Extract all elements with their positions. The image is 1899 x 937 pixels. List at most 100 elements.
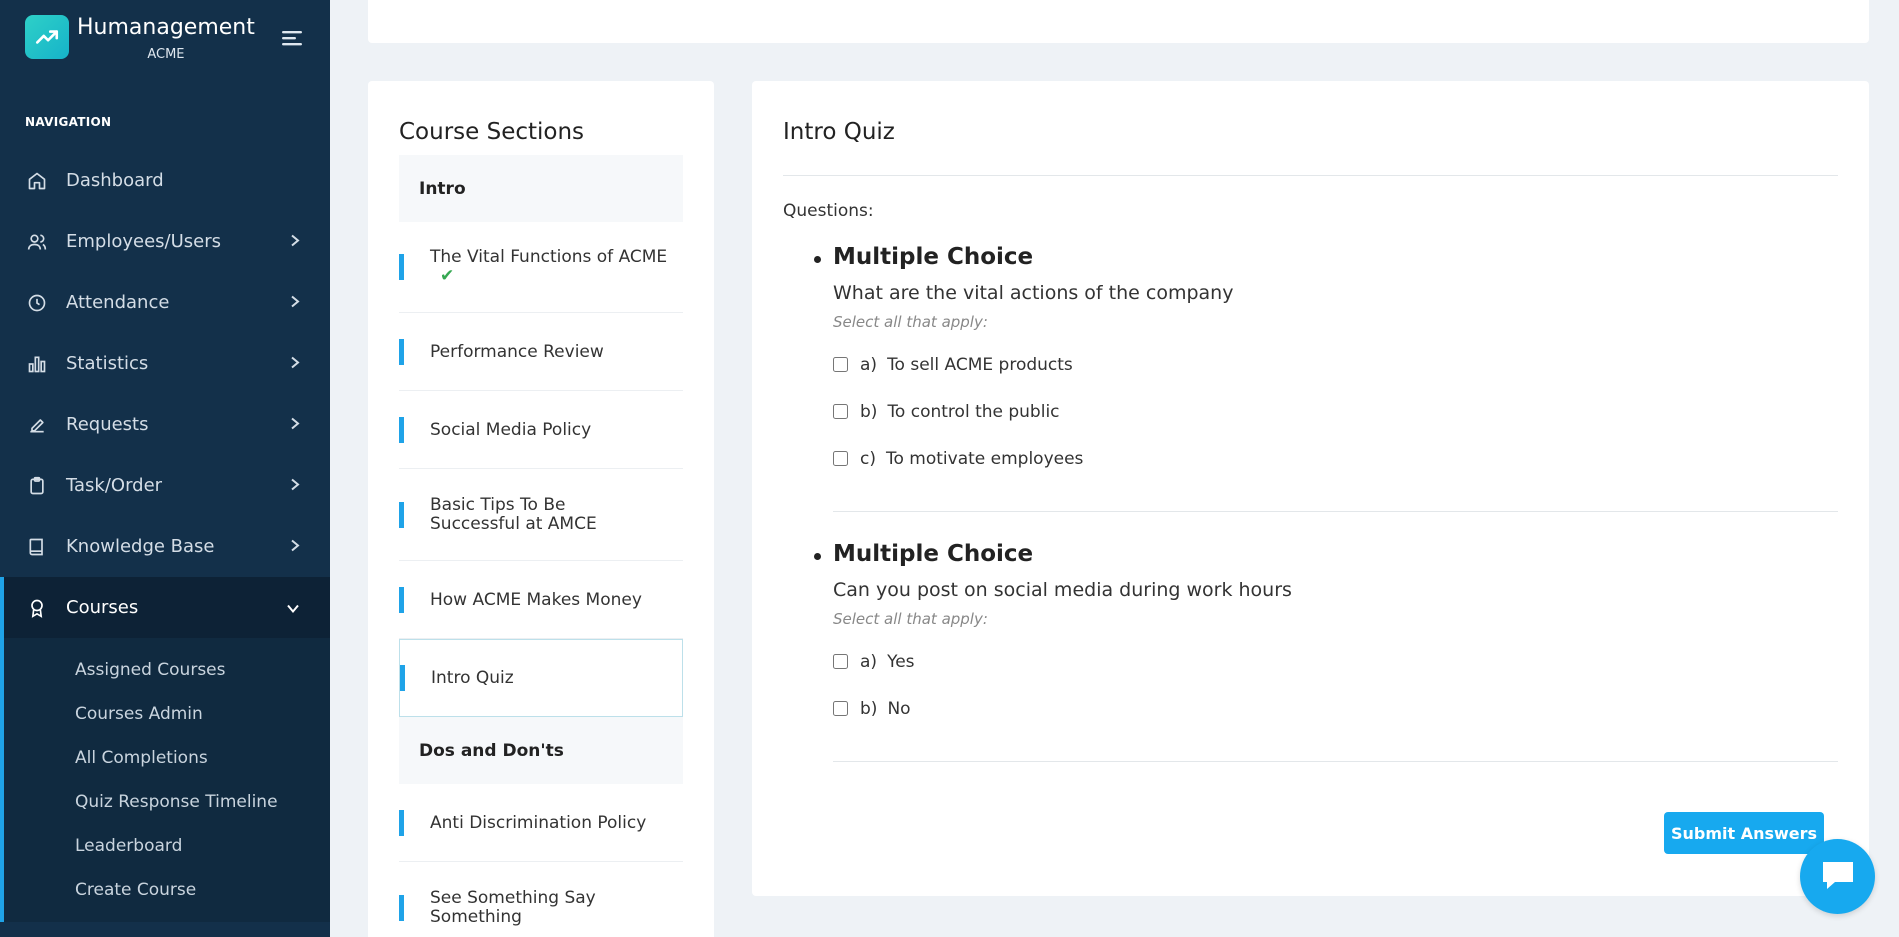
option-text: To motivate employees: [885, 448, 1084, 469]
sidebar-item-label: Task/Order: [66, 475, 163, 496]
sidebar-item-task-order[interactable]: Task/Order: [0, 455, 330, 516]
question-text: What are the vital actions of the compan…: [833, 282, 1234, 304]
option-text: No: [887, 698, 911, 719]
section-item-label: See Something Say Something: [430, 887, 596, 927]
option-b[interactable]: b) To control the public: [833, 388, 1838, 435]
sidebar-item-label: Dashboard: [66, 170, 164, 191]
submenu-assigned-courses[interactable]: Assigned Courses: [4, 648, 330, 692]
chevron-right-icon: [290, 414, 300, 435]
chevron-down-icon: [286, 597, 300, 618]
section-item-how-acme-makes-money[interactable]: How ACME Makes Money: [399, 561, 683, 639]
sidebar-item-dashboard[interactable]: Dashboard: [0, 150, 330, 211]
courses-submenu: Assigned Courses Courses Admin All Compl…: [0, 638, 330, 922]
option-text: To sell ACME products: [887, 354, 1073, 375]
sidebar-item-courses[interactable]: Courses: [0, 577, 330, 638]
question-1: Multiple Choice What are the vital actio…: [814, 244, 1838, 512]
option-text: To control the public: [887, 401, 1060, 422]
option-checkbox[interactable]: [833, 701, 848, 716]
chevron-right-icon: [290, 536, 300, 557]
submit-answers-button[interactable]: Submit Answers: [1664, 812, 1824, 854]
question-type: Multiple Choice: [814, 541, 1838, 567]
option-letter: c): [860, 448, 876, 469]
clock-icon: [26, 292, 48, 314]
top-card: [368, 0, 1869, 43]
section-item-label: Basic Tips To Be Successful at AMCE: [430, 494, 597, 534]
book-icon: [26, 536, 48, 558]
sidebar-item-statistics[interactable]: Statistics: [0, 333, 330, 394]
option-letter: b): [860, 401, 878, 422]
chat-button[interactable]: [1800, 839, 1875, 914]
course-sections-list: Intro The Vital Functions of ACME ✔ Perf…: [399, 155, 683, 937]
menu-toggle-icon[interactable]: [282, 29, 304, 51]
option-letter: a): [860, 354, 878, 375]
divider: [833, 761, 1838, 762]
trending-up-icon: [25, 15, 69, 59]
clipboard-icon: [26, 475, 48, 497]
course-sections-title: Course Sections: [399, 119, 585, 145]
question-hint: Select all that apply:: [833, 610, 988, 628]
sidebar-nav: Dashboard Employees/Users Attendance Sta…: [0, 150, 330, 922]
section-group-dos-and-donts: Dos and Don'ts: [399, 717, 683, 784]
chevron-right-icon: [290, 353, 300, 374]
divider: [833, 511, 1838, 512]
quiz-panel: Intro Quiz Questions: Multiple Choice Wh…: [752, 81, 1869, 896]
pencil-icon: [26, 414, 48, 436]
section-item-basic-tips[interactable]: Basic Tips To Be Successful at AMCE: [399, 469, 683, 561]
sidebar-item-knowledge-base[interactable]: Knowledge Base: [0, 516, 330, 577]
question-hint: Select all that apply:: [833, 313, 988, 331]
divider: [783, 175, 1838, 176]
submenu-quiz-response-timeline[interactable]: Quiz Response Timeline: [4, 780, 330, 824]
checkmark-icon: ✔: [440, 266, 455, 286]
section-item-performance-review[interactable]: Performance Review: [399, 313, 683, 391]
option-letter: a): [860, 651, 878, 672]
question-text: Can you post on social media during work…: [833, 579, 1292, 601]
section-item-label: Performance Review: [430, 341, 604, 362]
nav-heading: NAVIGATION: [25, 115, 112, 129]
brand[interactable]: Humanagement ACME: [25, 15, 255, 62]
chat-bubble-icon: [1819, 858, 1857, 896]
sidebar-item-attendance[interactable]: Attendance: [0, 272, 330, 333]
option-b[interactable]: b) No: [833, 685, 1838, 732]
option-checkbox[interactable]: [833, 451, 848, 466]
chevron-right-icon: [290, 475, 300, 496]
sidebar-item-employees[interactable]: Employees/Users: [0, 211, 330, 272]
app-name: Humanagement: [77, 15, 255, 40]
section-group-intro: Intro: [399, 155, 683, 222]
section-item-label: Intro Quiz: [431, 668, 514, 688]
option-text: Yes: [887, 651, 915, 672]
sidebar-item-label: Courses: [66, 597, 139, 618]
chevron-right-icon: [290, 292, 300, 313]
question-type: Multiple Choice: [814, 244, 1838, 270]
option-a[interactable]: a) Yes: [833, 638, 1838, 685]
submenu-all-completions[interactable]: All Completions: [4, 736, 330, 780]
section-item-vital-functions[interactable]: The Vital Functions of ACME ✔: [399, 222, 683, 313]
option-checkbox[interactable]: [833, 357, 848, 372]
sidebar-item-label: Requests: [66, 414, 149, 435]
quiz-title: Intro Quiz: [783, 119, 895, 145]
option-checkbox[interactable]: [833, 404, 848, 419]
section-item-label: Social Media Policy: [430, 419, 592, 440]
course-sections-panel: Course Sections Intro The Vital Function…: [368, 81, 714, 937]
users-icon: [26, 231, 48, 253]
section-item-social-media-policy[interactable]: Social Media Policy: [399, 391, 683, 469]
submenu-courses-admin[interactable]: Courses Admin: [4, 692, 330, 736]
bar-chart-icon: [26, 353, 48, 375]
sidebar-item-requests[interactable]: Requests: [0, 394, 330, 455]
company-name: ACME: [147, 47, 185, 62]
section-item-label: The Vital Functions of ACME: [430, 247, 668, 267]
sidebar-item-label: Employees/Users: [66, 231, 221, 252]
section-item-intro-quiz[interactable]: Intro Quiz: [399, 639, 683, 717]
option-a[interactable]: a) To sell ACME products: [833, 341, 1838, 388]
section-item-anti-discrimination[interactable]: Anti Discrimination Policy: [399, 784, 683, 862]
sidebar-item-label: Knowledge Base: [66, 536, 215, 557]
option-checkbox[interactable]: [833, 654, 848, 669]
option-c[interactable]: c) To motivate employees: [833, 435, 1838, 482]
award-icon: [26, 597, 48, 619]
section-item-label: Anti Discrimination Policy: [430, 812, 647, 833]
section-item-see-something[interactable]: See Something Say Something: [399, 862, 683, 937]
submenu-create-course[interactable]: Create Course: [4, 868, 330, 912]
option-letter: b): [860, 698, 878, 719]
submenu-leaderboard[interactable]: Leaderboard: [4, 824, 330, 868]
sidebar: Humanagement ACME NAVIGATION Dashboard E…: [0, 0, 330, 937]
question-2: Multiple Choice Can you post on social m…: [814, 541, 1838, 762]
